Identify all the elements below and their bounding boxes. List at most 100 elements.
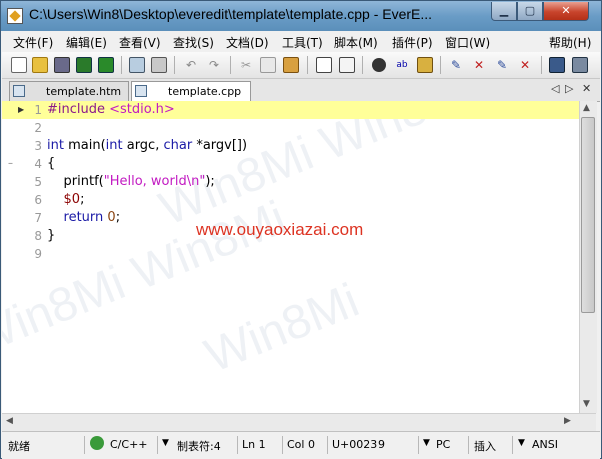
status-separator: [84, 436, 85, 454]
code-line-9[interactable]: 9: [2, 245, 579, 263]
bookmark-prev-icon[interactable]: ✕: [516, 56, 534, 74]
status-eol[interactable]: PC: [436, 438, 450, 451]
app-icon[interactable]: [7, 8, 23, 24]
menu-window[interactable]: 窗口(W): [445, 34, 490, 51]
open-folder-icon[interactable]: [31, 56, 49, 74]
find-icon[interactable]: [370, 56, 388, 74]
status-tab-size[interactable]: 制表符:4: [177, 438, 221, 454]
document-icon[interactable]: [315, 56, 333, 74]
toolbar-separator: [440, 56, 441, 74]
tab-scroll-left-icon[interactable]: ◁: [551, 82, 559, 95]
new-file-icon[interactable]: [10, 56, 28, 74]
maximize-button[interactable]: ▢: [517, 2, 543, 21]
save-all-icon[interactable]: [97, 56, 115, 74]
menu-plugins[interactable]: 插件(P): [392, 34, 433, 51]
code-text: main(: [63, 138, 106, 153]
scroll-down-icon[interactable]: ▼: [583, 399, 590, 409]
menu-help[interactable]: 帮助(H): [549, 34, 591, 51]
status-column: Col 0: [287, 438, 315, 451]
tab-template-htm[interactable]: template.htm: [9, 81, 129, 101]
line-number: 3: [34, 139, 42, 153]
paste-icon[interactable]: [282, 56, 300, 74]
status-separator: [237, 436, 238, 454]
title-bar[interactable]: C:\Users\Win8\Desktop\everedit\template\…: [1, 1, 601, 31]
cut-icon[interactable]: ✂: [237, 56, 255, 74]
current-line-marker-icon: ▶: [18, 105, 25, 114]
menu-tools[interactable]: 工具(T): [282, 34, 323, 51]
line-number: 2: [34, 121, 42, 135]
status-insert-mode[interactable]: 插入: [474, 438, 496, 454]
toolbar-separator: [362, 56, 363, 74]
status-separator: [282, 436, 283, 454]
fold-marker-icon[interactable]: –: [8, 155, 13, 173]
find-in-files-icon[interactable]: [416, 56, 434, 74]
menu-search[interactable]: 查找(S): [173, 34, 214, 51]
bookmark-clear-icon[interactable]: ✕: [470, 56, 488, 74]
toolbar-separator: [174, 56, 175, 74]
scroll-right-icon[interactable]: ▶: [564, 416, 571, 426]
code-text: argc,: [122, 138, 164, 153]
code-line-5[interactable]: 5 printf("Hello, world\n");: [2, 173, 579, 191]
toolbar: ↶ ↷ ✂ ab ✎ ✕ ✎ ✕: [2, 52, 600, 79]
code-editor[interactable]: Win8Mi Win8Mi Win8Mi Win8 Win8Mi ▶ 1 #in…: [2, 101, 579, 413]
keyword: int: [105, 138, 123, 153]
menu-document[interactable]: 文档(D): [226, 34, 269, 51]
status-separator: [468, 436, 469, 454]
code-line-1[interactable]: ▶ 1 #include <stdio.h>: [2, 101, 579, 119]
save-as-icon[interactable]: [75, 56, 93, 74]
line-number: 8: [34, 229, 42, 243]
print-preview-icon[interactable]: [128, 56, 146, 74]
menu-edit[interactable]: 编辑(E): [66, 34, 107, 51]
scroll-left-icon[interactable]: ◀: [6, 416, 13, 426]
tab-template-cpp[interactable]: template.cpp: [131, 81, 251, 102]
status-syntax[interactable]: C/C++: [110, 438, 148, 451]
bookmark-next-icon[interactable]: ✎: [493, 56, 511, 74]
tab-scroll-right-icon[interactable]: ▷: [565, 82, 573, 95]
menu-file[interactable]: 文件(F): [13, 34, 53, 51]
scroll-up-icon[interactable]: ▲: [583, 103, 590, 113]
status-separator: [157, 436, 158, 454]
toolbar-separator: [541, 56, 542, 74]
horizontal-scrollbar[interactable]: ◀ ▶: [2, 413, 596, 431]
tab-label: template.cpp: [168, 85, 242, 98]
redo-icon[interactable]: ↷: [205, 56, 223, 74]
copy-icon[interactable]: [259, 56, 277, 74]
code-line-6[interactable]: 6 $0;: [2, 191, 579, 209]
tab-close-icon[interactable]: ✕: [582, 82, 591, 95]
include-header: <stdio.h>: [109, 102, 175, 117]
code-line-2[interactable]: 2: [2, 119, 579, 137]
overlay-url-text: www.ouyaoxiazai.com: [196, 220, 364, 239]
status-encoding[interactable]: ANSI: [532, 438, 558, 451]
menu-view[interactable]: 查看(V): [119, 34, 161, 51]
menu-script[interactable]: 脚本(M): [334, 34, 378, 51]
tab-dropdown-icon[interactable]: ▼: [162, 438, 169, 448]
eol-dropdown-icon[interactable]: ▼: [423, 438, 430, 448]
line-number: 5: [34, 175, 42, 189]
code-line-4[interactable]: – 4 {: [2, 155, 579, 173]
print-icon[interactable]: [150, 56, 168, 74]
app-window: C:\Users\Win8\Desktop\everedit\template\…: [0, 0, 602, 459]
status-char-code: U+0023: [332, 438, 378, 451]
vertical-scrollbar[interactable]: ▲ ▼: [579, 101, 597, 413]
code-text: *argv[]): [192, 138, 248, 153]
panel-toggle-icon[interactable]: [571, 56, 589, 74]
toolbar-separator: [121, 56, 122, 74]
close-button[interactable]: ✕: [543, 2, 589, 21]
menu-bar: 文件(F) 编辑(E) 查看(V) 查找(S) 文档(D) 工具(T) 脚本(M…: [2, 31, 600, 51]
bookmark-icon[interactable]: ✎: [447, 56, 465, 74]
status-line: Ln 1: [242, 438, 266, 451]
code-text: }: [47, 228, 56, 243]
vertical-scroll-thumb[interactable]: [581, 117, 595, 313]
output-window-icon[interactable]: [548, 56, 566, 74]
status-separator: [418, 436, 419, 454]
minimize-button[interactable]: ▁: [491, 2, 517, 21]
undo-icon[interactable]: ↶: [182, 56, 200, 74]
code-line-3[interactable]: 3 int main(int argc, char *argv[]): [2, 137, 579, 155]
save-icon[interactable]: [53, 56, 71, 74]
line-number: 1: [34, 103, 42, 117]
replace-icon[interactable]: ab: [393, 56, 411, 74]
encoding-dropdown-icon[interactable]: ▼: [518, 438, 525, 448]
code-text: ;: [115, 210, 121, 225]
template-icon[interactable]: [338, 56, 356, 74]
keyword: char: [163, 138, 193, 153]
